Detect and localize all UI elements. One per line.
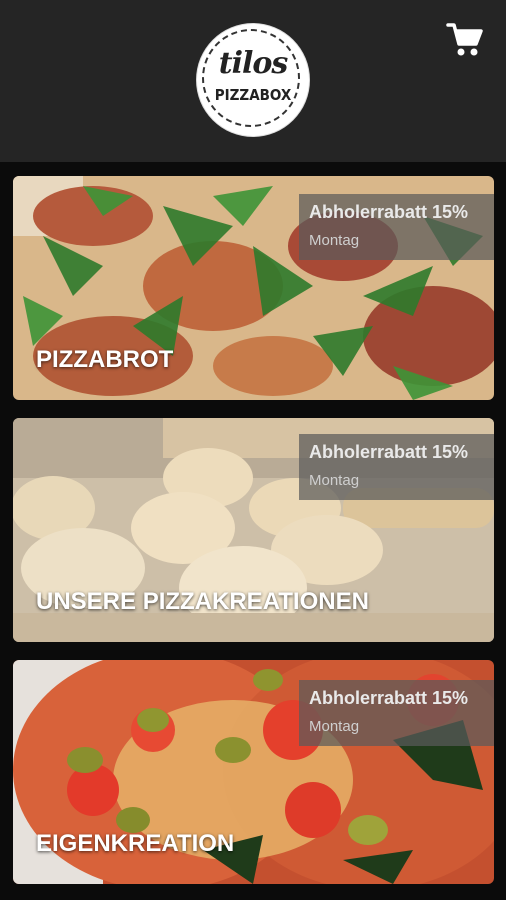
category-title: EIGENKREATION xyxy=(36,830,235,857)
app-header: tilos PIZZABOX xyxy=(0,0,506,162)
shopping-cart-icon[interactable] xyxy=(446,22,484,58)
category-title: UNSERE PIZZAKREATIONEN xyxy=(36,588,369,615)
logo-script-text: tilos xyxy=(218,46,289,81)
badge-title: Abholerrabatt 15% xyxy=(309,202,469,222)
logo-sub-text: PIZZABOX xyxy=(214,86,292,104)
badge-subtitle: Montag xyxy=(309,472,360,489)
discount-badge: Abholerrabatt 15% Montag xyxy=(299,194,494,260)
category-card-pizzabrot[interactable]: Abholerrabatt 15% Montag PIZZABROT xyxy=(13,176,494,400)
badge-title: Abholerrabatt 15% xyxy=(309,442,469,462)
brand-logo[interactable]: tilos PIZZABOX xyxy=(197,24,309,136)
discount-badge: Abholerrabatt 15% Montag xyxy=(299,434,494,500)
badge-subtitle: Montag xyxy=(309,718,360,735)
category-card-eigenkreation[interactable]: Abholerrabatt 15% Montag EIGENKREATION xyxy=(13,660,494,884)
badge-title: Abholerrabatt 15% xyxy=(309,688,469,708)
discount-badge: Abholerrabatt 15% Montag xyxy=(299,680,494,746)
badge-subtitle: Montag xyxy=(309,232,360,249)
category-title: PIZZABROT xyxy=(36,346,174,373)
category-card-pizzakreationen[interactable]: Abholerrabatt 15% Montag UNSERE PIZZAKRE… xyxy=(13,418,494,642)
